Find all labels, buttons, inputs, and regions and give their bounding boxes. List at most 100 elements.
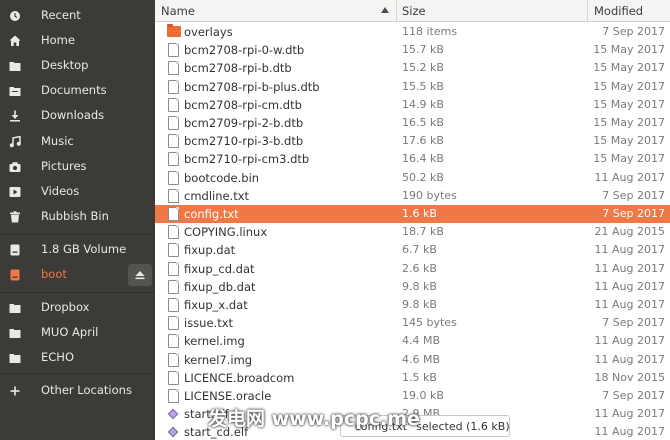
folder-icon (9, 60, 21, 72)
text-file-icon (168, 389, 179, 403)
file-name: cmdline.txt (184, 188, 250, 203)
file-row[interactable]: fixup.dat 6.7 kB 11 Aug 2017 (155, 241, 670, 259)
text-file-icon (168, 225, 179, 240)
column-modified-header[interactable]: Modified (594, 0, 670, 22)
file-row[interactable]: config.txt 1.6 kB 7 Sep 2017 (155, 205, 670, 223)
file-size: 190 bytes (402, 188, 457, 202)
file-size: 4.6 MB (402, 352, 441, 366)
file-row[interactable]: kernel.img 4.4 MB 11 Aug 2017 (155, 332, 670, 350)
file-row[interactable]: kernel7.img 4.6 MB 11 Aug 2017 (155, 351, 670, 369)
file-name: issue.txt (184, 316, 234, 331)
file-size: 4.4 MB (402, 334, 441, 348)
file-name: LICENCE.broadcom (184, 370, 295, 385)
clock-icon (9, 10, 21, 22)
sidebar-item-label: Documents (41, 83, 107, 97)
trash-icon (9, 211, 21, 223)
sidebar-item-videos[interactable]: Videos (0, 180, 155, 204)
folder-row[interactable]: overlays 118 items 7 Sep 2017 (155, 23, 670, 41)
sidebar-item-label: Videos (41, 184, 80, 198)
file-row[interactable]: fixup_db.dat 9.8 kB 11 Aug 2017 (155, 278, 670, 296)
sidebar-item-desktop[interactable]: Desktop (0, 54, 155, 78)
sidebar-separator (0, 292, 155, 293)
file-size: 145 bytes (402, 316, 457, 330)
file-size: 16.4 kB (402, 152, 444, 166)
file-modified: 15 May 2017 (593, 97, 665, 111)
sidebar-item-pictures[interactable]: Pictures (0, 155, 155, 179)
file-row[interactable]: cmdline.txt 190 bytes 7 Sep 2017 (155, 187, 670, 205)
sidebar-separator (0, 373, 155, 374)
text-file-icon (168, 279, 179, 294)
sidebar-item-documents[interactable]: Documents (0, 79, 155, 103)
file-size: 16.5 kB (402, 116, 444, 129)
file-size: 14.9 kB (402, 97, 444, 111)
file-size: 118 items (402, 25, 458, 38)
video-icon (9, 186, 21, 198)
file-size: 18.7 kB (402, 225, 444, 239)
sidebar-item-echo[interactable]: ECHO (0, 346, 155, 370)
eject-button[interactable] (128, 264, 152, 286)
sidebar-item-label: Home (41, 33, 75, 47)
file-modified: 11 Aug 2017 (594, 425, 665, 439)
sidebar-item-other-locations[interactable]: Other Locations (0, 379, 155, 403)
file-name: LICENSE.oracle (184, 389, 272, 403)
text-file-icon (168, 134, 179, 149)
document-icon (9, 85, 21, 97)
sidebar-item-dropbox[interactable]: Dropbox (0, 296, 155, 320)
file-row[interactable]: fixup_cd.dat 2.6 kB 11 Aug 2017 (155, 260, 670, 278)
plus-icon (9, 385, 21, 397)
file-row[interactable]: fixup_x.dat 9.8 kB 11 Aug 2017 (155, 296, 670, 314)
file-row[interactable]: bootcode.bin 50.2 kB 11 Aug 2017 (155, 169, 670, 187)
file-row[interactable]: bcm2710-rpi-cm3.dtb 16.4 kB 15 May 2017 (155, 150, 670, 168)
folder-icon (9, 327, 21, 339)
column-size-header[interactable]: Size (402, 0, 582, 22)
file-modified: 15 May 2017 (593, 61, 665, 75)
sidebar-item-rubbish-bin[interactable]: Rubbish Bin (0, 205, 155, 229)
sidebar-item-recent[interactable]: Recent (0, 4, 155, 28)
file-size: 15.2 kB (402, 61, 444, 75)
camera-icon (9, 161, 21, 173)
sidebar-item-muo-april[interactable]: MUO April (0, 321, 155, 345)
sidebar-item-label: Rubbish Bin (41, 209, 109, 223)
file-row[interactable]: LICENSE.oracle 19.0 kB 7 Sep 2017 (155, 387, 670, 405)
sidebar-item-label: Pictures (41, 159, 87, 173)
sidebar-item-1-8-gb-volume[interactable]: 1.8 GB Volume (0, 238, 155, 262)
file-row[interactable]: bcm2709-rpi-2-b.dtb 16.5 kB 15 May 2017 (155, 114, 670, 132)
file-modified: 11 Aug 2017 (594, 298, 665, 311)
executable-icon (167, 408, 179, 420)
drive-icon (9, 244, 21, 256)
executable-icon (167, 426, 179, 438)
file-size: 6.7 kB (402, 243, 437, 257)
file-row[interactable]: LICENCE.broadcom 1.5 kB 18 Nov 2015 (155, 369, 670, 387)
file-name: kernel7.img (184, 352, 253, 367)
column-divider[interactable] (587, 0, 588, 22)
file-row[interactable]: bcm2708-rpi-0-w.dtb 15.7 kB 15 May 2017 (155, 41, 670, 59)
file-row[interactable]: COPYING.linux 18.7 kB 21 Aug 2015 (155, 223, 670, 241)
text-file-icon (168, 352, 179, 367)
file-modified: 11 Aug 2017 (594, 170, 665, 184)
file-name: kernel.img (184, 334, 245, 349)
file-row[interactable]: bcm2708-rpi-b-plus.dtb 15.5 kB 15 May 2017 (155, 78, 670, 96)
column-divider[interactable] (396, 0, 397, 22)
folder-icon (9, 352, 21, 364)
file-modified: 15 May 2017 (593, 43, 665, 57)
file-name: fixup.dat (184, 243, 236, 258)
column-name-header[interactable]: Name (161, 0, 391, 22)
file-size: 9.8 kB (402, 298, 437, 311)
sidebar-item-label: Recent (41, 8, 81, 22)
sidebar-item-label: Music (41, 134, 74, 148)
sidebar-item-home[interactable]: Home (0, 29, 155, 53)
file-size: 2.6 kB (402, 261, 437, 275)
sidebar-item-downloads[interactable]: Downloads (0, 104, 155, 128)
text-file-icon (168, 207, 179, 221)
sidebar-item-music[interactable]: Music (0, 130, 155, 154)
file-row[interactable]: bcm2710-rpi-3-b.dtb 17.6 kB 15 May 2017 (155, 132, 670, 150)
file-row[interactable]: issue.txt 145 bytes 7 Sep 2017 (155, 314, 670, 332)
file-name: fixup_x.dat (184, 298, 248, 312)
drive-icon (9, 269, 21, 281)
file-modified: 7 Sep 2017 (602, 207, 665, 220)
text-file-icon (168, 316, 179, 331)
file-size: 15.7 kB (402, 43, 444, 57)
file-row[interactable]: bcm2708-rpi-b.dtb 15.2 kB 15 May 2017 (155, 59, 670, 77)
file-row[interactable]: bcm2708-rpi-cm.dtb 14.9 kB 15 May 2017 (155, 96, 670, 114)
text-file-icon (168, 152, 179, 167)
